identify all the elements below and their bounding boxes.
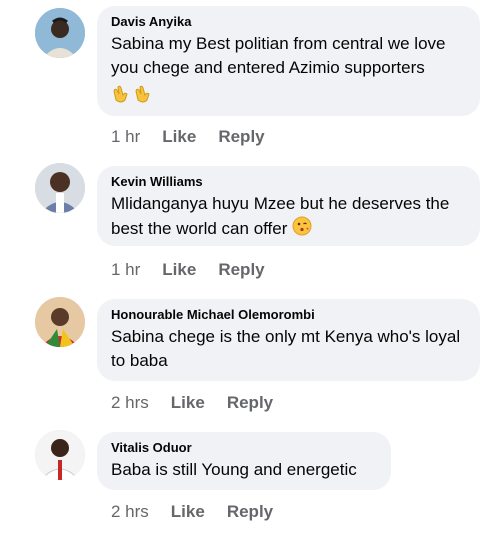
comment-actions: 1 hr Like Reply xyxy=(111,127,265,147)
comment-actions: 2 hrs Like Reply xyxy=(111,502,273,522)
clapping-hands-icon xyxy=(133,82,155,109)
reply-button[interactable]: Reply xyxy=(227,393,273,413)
reply-button[interactable]: Reply xyxy=(227,502,273,522)
emoji-row xyxy=(111,82,466,109)
like-button[interactable]: Like xyxy=(171,502,205,522)
comment-bubble: Honourable Michael Olemorombi Sabina che… xyxy=(97,299,480,381)
comment-timestamp[interactable]: 1 hr xyxy=(111,260,140,280)
comment-text: Sabina my Best politian from central we … xyxy=(111,34,446,77)
comment-actions: 2 hrs Like Reply xyxy=(111,393,273,413)
clapping-hands-icon xyxy=(111,82,133,109)
reply-button[interactable]: Reply xyxy=(218,260,264,280)
reply-button[interactable]: Reply xyxy=(218,127,264,147)
avatar[interactable] xyxy=(35,430,85,480)
comment-text: Mlidanganya huyu Mzee but he deserves th… xyxy=(111,192,466,243)
comment-timestamp[interactable]: 2 hrs xyxy=(111,393,149,413)
comment-timestamp[interactable]: 2 hrs xyxy=(111,502,149,522)
like-button[interactable]: Like xyxy=(171,393,205,413)
avatar[interactable] xyxy=(35,163,85,213)
comment-text: Sabina chege is the only mt Kenya who's … xyxy=(111,327,461,370)
comment-bubble: Davis Anyika Sabina my Best politian fro… xyxy=(97,6,480,116)
comment-actions: 1 hr Like Reply xyxy=(111,260,265,280)
comment-author[interactable]: Vitalis Oduor xyxy=(111,440,377,456)
like-button[interactable]: Like xyxy=(162,260,196,280)
comment-author[interactable]: Honourable Michael Olemorombi xyxy=(111,307,466,323)
comment-bubble: Vitalis Oduor Baba is still Young and en… xyxy=(97,432,391,490)
comment-author[interactable]: Davis Anyika xyxy=(111,14,466,30)
avatar[interactable] xyxy=(35,297,85,347)
comment-bubble: Kevin Williams Mlidanganya huyu Mzee but… xyxy=(97,166,480,246)
like-button[interactable]: Like xyxy=(162,127,196,147)
comment-text: Baba is still Young and energetic xyxy=(111,460,357,479)
avatar[interactable] xyxy=(35,8,85,58)
comment-author[interactable]: Kevin Williams xyxy=(111,174,466,190)
comment-timestamp[interactable]: 1 hr xyxy=(111,127,140,147)
kissing-face-icon xyxy=(292,216,312,243)
